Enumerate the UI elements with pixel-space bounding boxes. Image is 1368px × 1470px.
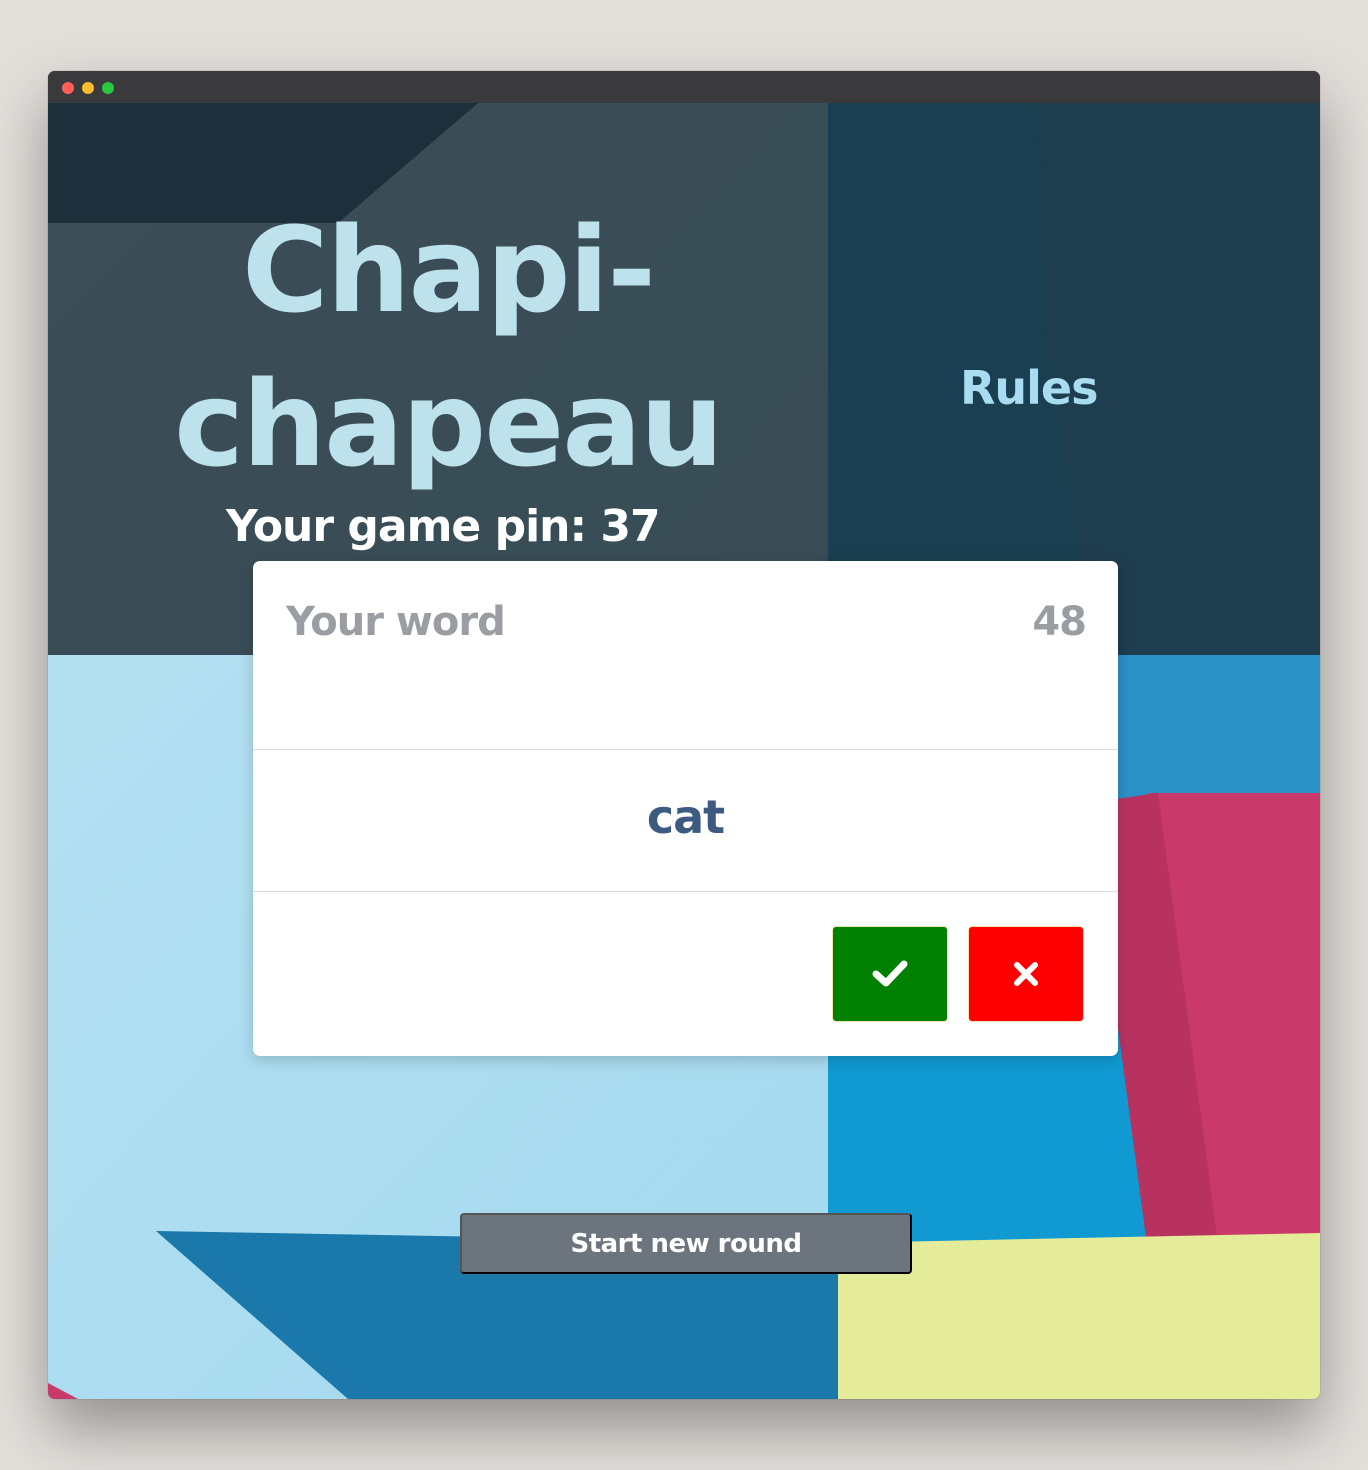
close-window-dot[interactable] [62,82,74,94]
countdown-timer: 48 [1032,599,1087,645]
maximize-window-dot[interactable] [102,82,114,94]
start-new-round-button[interactable]: Start new round [460,1213,912,1274]
minimize-window-dot[interactable] [82,82,94,94]
your-word-label: Your word [286,599,506,645]
word-row: cat [253,750,1118,892]
app-title-line1: Chapi- [241,201,656,339]
correct-button[interactable] [832,926,948,1022]
wrong-button[interactable] [968,926,1084,1022]
window-titlebar [48,71,1320,103]
app-title: Chapi- chapeau [128,193,768,501]
browser-window: Chapi- chapeau Rules Your game pin: 37 Y… [48,71,1320,1399]
check-icon [872,960,908,987]
close-icon [1014,962,1038,986]
rules-link[interactable]: Rules [960,361,1099,415]
app-title-line2: chapeau [174,355,724,493]
word-card-actions [253,892,1118,1056]
page-viewport: Chapi- chapeau Rules Your game pin: 37 Y… [48,103,1320,1399]
word-card-header: Your word 48 [253,561,1118,750]
game-pin: Your game pin: 37 [226,501,661,552]
word-card: Your word 48 cat [253,561,1118,1056]
current-word: cat [646,790,725,844]
